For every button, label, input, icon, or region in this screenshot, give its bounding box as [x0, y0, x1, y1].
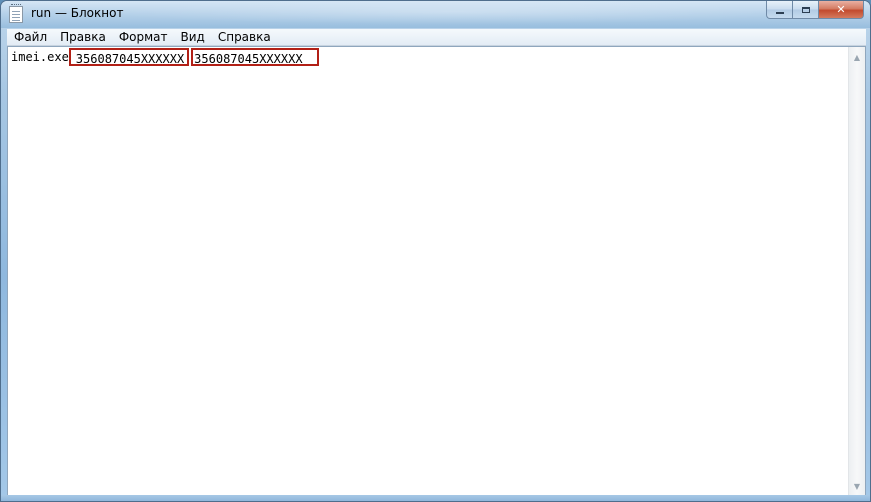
scroll-down-arrow-icon[interactable]: ▼	[849, 478, 865, 494]
window-title: run — Блокнот	[31, 6, 124, 20]
maximize-icon	[801, 6, 810, 13]
menu-help[interactable]: Справка	[211, 29, 277, 45]
menu-format[interactable]: Формат	[112, 29, 174, 45]
notepad-icon[interactable]	[9, 4, 23, 23]
minimize-button[interactable]	[766, 1, 793, 19]
title-bar[interactable]: run — Блокнот ✕	[1, 1, 870, 28]
notepad-window: run — Блокнот ✕ Файл Правка Формат Вид С…	[0, 0, 871, 502]
imei-highlight-1: 356087045XXXXXX	[68, 48, 190, 66]
text-area[interactable]: imei.exe 356087045XXXXXX 356087045XXXXXX	[11, 48, 847, 496]
command-text: imei.exe	[11, 50, 69, 64]
close-icon: ✕	[836, 3, 846, 16]
vertical-scrollbar[interactable]: ▲ ▼	[848, 47, 865, 496]
menu-bar: Файл Правка Формат Вид Справка	[7, 29, 866, 46]
menu-file[interactable]: Файл	[7, 29, 53, 45]
maximize-button[interactable]	[793, 1, 819, 19]
minimize-icon	[775, 11, 784, 14]
imei-highlight-2: 356087045XXXXXX	[191, 48, 319, 66]
menu-edit[interactable]: Правка	[53, 29, 112, 45]
menu-view[interactable]: Вид	[174, 29, 211, 45]
window-bottom-border	[1, 495, 870, 501]
caption-buttons: ✕	[766, 1, 864, 19]
text-line: imei.exe 356087045XXXXXX 356087045XXXXXX	[11, 48, 319, 66]
scroll-up-arrow-icon[interactable]: ▲	[849, 49, 865, 65]
text-editor[interactable]: imei.exe 356087045XXXXXX 356087045XXXXXX…	[7, 46, 866, 497]
close-button[interactable]: ✕	[819, 1, 864, 19]
